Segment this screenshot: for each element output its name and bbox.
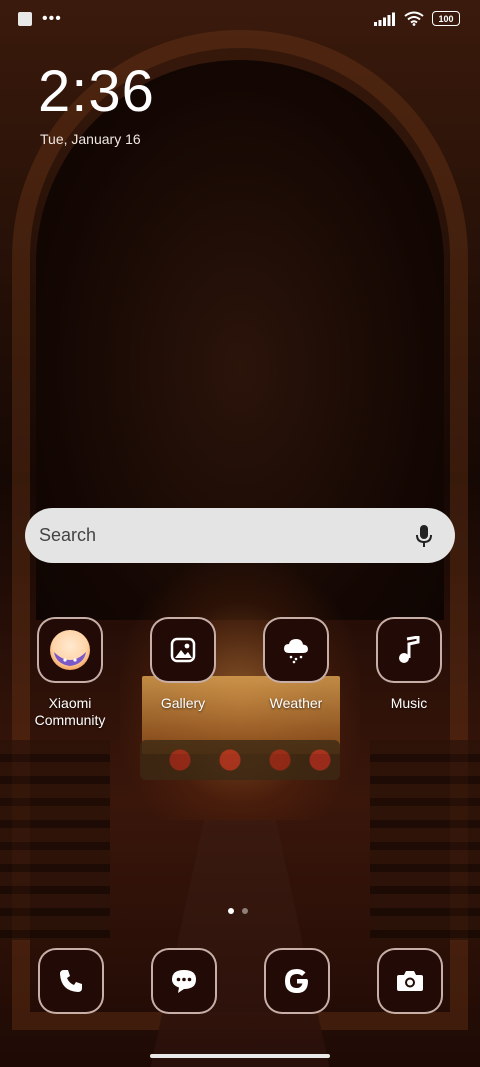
app-icon-frame — [376, 617, 442, 683]
battery-level: 100 — [438, 13, 454, 24]
weather-icon — [284, 639, 308, 664]
page-dot-2[interactable] — [242, 908, 248, 914]
app-icon-frame — [37, 617, 103, 683]
messages-icon — [172, 970, 196, 993]
dock-messages[interactable] — [151, 948, 217, 1014]
app-label: Weather — [269, 695, 323, 711]
wallpaper-pews-right — [370, 740, 480, 940]
page-indicator[interactable] — [228, 908, 248, 914]
home-gesture-bar[interactable] — [150, 1054, 330, 1058]
dock-camera[interactable] — [377, 948, 443, 1014]
status-left: ••• — [18, 10, 62, 27]
status-right: 100 — [374, 11, 460, 26]
camera-icon — [397, 971, 423, 991]
app-icon-frame — [264, 948, 330, 1014]
page-dot-1[interactable] — [228, 908, 234, 914]
app-label: Music — [390, 695, 428, 711]
more-notifications-icon: ••• — [42, 10, 62, 27]
app-xiaomi-community[interactable]: Xiaomi Community — [20, 617, 120, 729]
app-music[interactable]: Music — [359, 617, 459, 712]
app-label: Xiaomi Community — [34, 695, 106, 728]
dock-google[interactable] — [264, 948, 330, 1014]
google-icon — [285, 969, 308, 993]
battery-icon: 100 — [432, 11, 460, 26]
wallpaper-flowers — [140, 740, 340, 780]
search-placeholder: Search — [39, 525, 97, 545]
wallpaper-pews-left — [0, 740, 110, 940]
signal-icon — [374, 12, 395, 26]
app-icon-frame — [151, 948, 217, 1014]
app-icon-frame — [263, 617, 329, 683]
app-weather[interactable]: Weather — [246, 617, 346, 712]
clock-time[interactable]: 2:36 — [38, 58, 155, 125]
xiaomi-community-icon — [50, 630, 90, 670]
app-icon-frame — [377, 948, 443, 1014]
app-label: Gallery — [160, 695, 206, 711]
dock-phone[interactable] — [38, 948, 104, 1014]
app-icon-frame — [38, 948, 104, 1014]
music-icon — [399, 636, 420, 663]
clock-date[interactable]: Tue, January 16 — [40, 131, 141, 147]
phone-icon — [60, 970, 82, 992]
wifi-icon — [404, 11, 424, 26]
microphone-icon[interactable] — [415, 524, 433, 548]
gallery-icon — [170, 637, 196, 663]
status-bar: ••• 100 — [0, 0, 480, 40]
app-icon-frame — [150, 617, 216, 683]
notification-app-icon — [18, 12, 32, 26]
app-gallery[interactable]: Gallery — [133, 617, 233, 712]
search-bar[interactable]: Search — [25, 508, 455, 563]
